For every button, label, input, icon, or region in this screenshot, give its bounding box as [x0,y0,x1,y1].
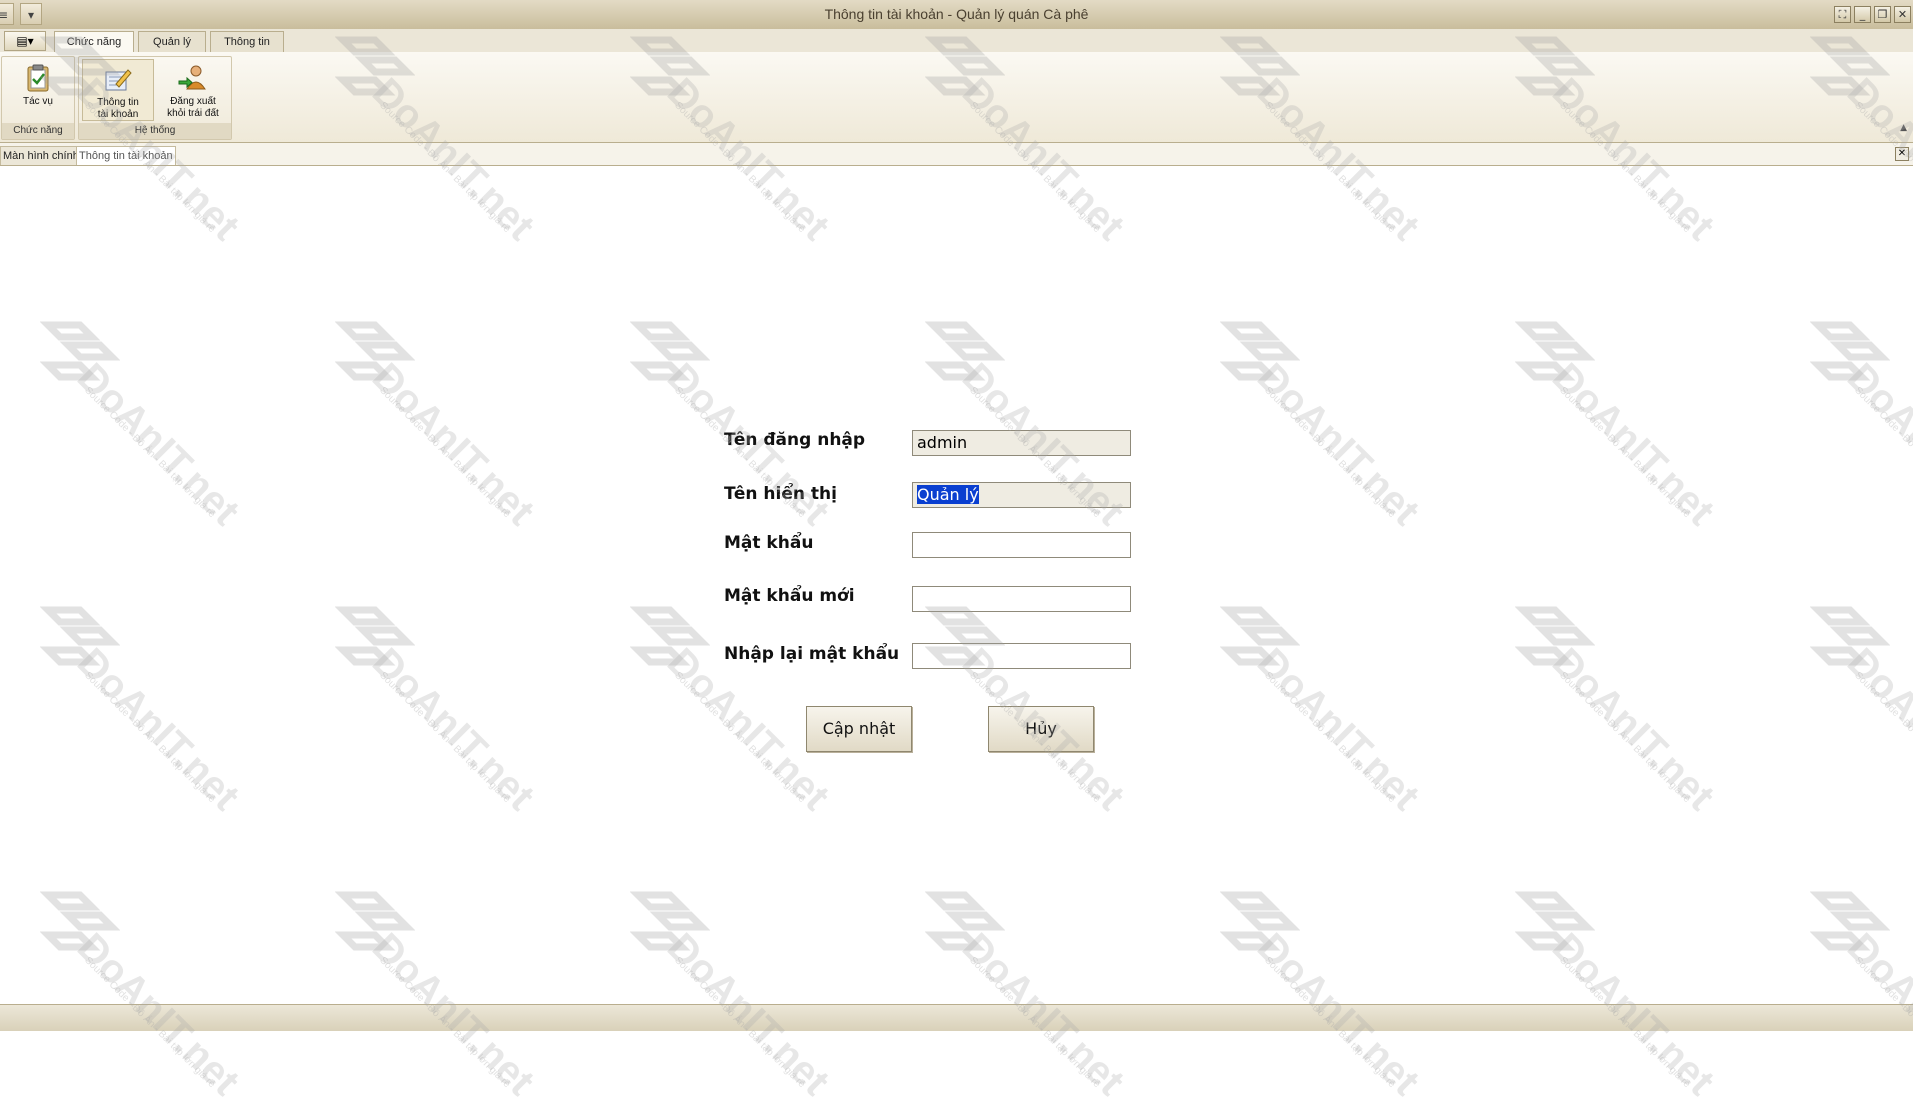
display-name-value: Quản lý [917,485,979,504]
account-info-button[interactable]: Thông tin tài khoản [82,59,154,121]
confirm-password-field[interactable] [912,643,1131,669]
new-password-label: Mật khẩu mới [724,586,855,606]
ribbon-collapse-icon[interactable]: ▲ [1900,123,1907,133]
update-button[interactable]: Cập nhật [806,706,912,752]
minimize-button[interactable]: _ [1854,6,1871,23]
window-title-app: Quản lý quán Cà phê [956,6,1089,22]
tab-quan-ly[interactable]: Quản lý [138,31,206,52]
password-field[interactable] [912,532,1131,558]
status-bar [0,1004,1913,1031]
help-icon[interactable]: ⛶ [1834,6,1851,23]
group-chuc-nang: Tác vụ Chức năng [1,56,75,140]
logout-label-line1: Đăng xuất [170,96,216,107]
password-label: Mật khẩu [724,533,814,553]
restore-button[interactable]: ❐ [1874,6,1891,23]
doc-tab-man-hinh-chinh[interactable]: Màn hình chính [0,146,82,165]
tab-chuc-nang[interactable]: Chức năng [54,31,134,53]
logout-button[interactable]: Đăng xuất khỏi trái đất [157,59,229,121]
group-he-thong: Thông tin tài khoản Đăng xuất khỏi trái … [78,56,232,140]
user-logout-icon [178,65,206,90]
window-title-separator: - [943,6,957,22]
new-password-field[interactable] [912,586,1131,612]
account-info-form: Tên đăng nhập admin Tên hiển thị Quản lý… [0,166,1913,1004]
account-info-label-line2: tài khoản [97,109,139,120]
task-button-label: Tác vụ [22,96,53,107]
close-document-icon[interactable]: ✕ [1895,147,1909,161]
ribbon-tab-row: ▤▾ Chức năng Quản lý Thông tin [0,29,1913,53]
group-chuc-nang-label: Chức năng [2,123,74,139]
group-he-thong-label: Hệ thống [79,123,231,139]
display-name-label: Tên hiển thị [724,484,837,504]
document-tab-strip: Màn hình chính Thông tin tài khoản ✕ [0,143,1913,166]
window-title: Thông tin tài khoản - Quản lý quán Cà ph… [0,6,1913,22]
doc-tab-thong-tin-tai-khoan[interactable]: Thông tin tài khoản [76,146,176,165]
cancel-button[interactable]: Hủy [988,706,1094,752]
logout-label-line2: khỏi trái đất [167,108,219,119]
ribbon-panel: Tác vụ Chức năng Thông tin tài khoản Đăn… [0,52,1913,143]
menu-list-icon: ▤▾ [16,34,34,48]
tab-thong-tin[interactable]: Thông tin [210,31,284,52]
application-menu-button[interactable]: ▤▾ [4,31,46,51]
username-value: admin [917,433,968,452]
display-name-field[interactable]: Quản lý [912,482,1131,508]
title-bar: ≡ ▾ Thông tin tài khoản - Quản lý quán C… [0,0,1913,30]
close-button[interactable]: ✕ [1894,6,1911,23]
task-button[interactable]: Tác vụ [6,59,70,121]
clipboard-check-icon [27,64,49,92]
username-label: Tên đăng nhập [724,430,866,450]
window-title-main: Thông tin tài khoản [824,6,944,22]
confirm-password-label: Nhập lại mật khẩu [724,644,900,664]
username-field[interactable]: admin [912,430,1131,456]
edit-document-icon [105,69,132,91]
account-info-label-line1: Thông tin [97,97,139,108]
